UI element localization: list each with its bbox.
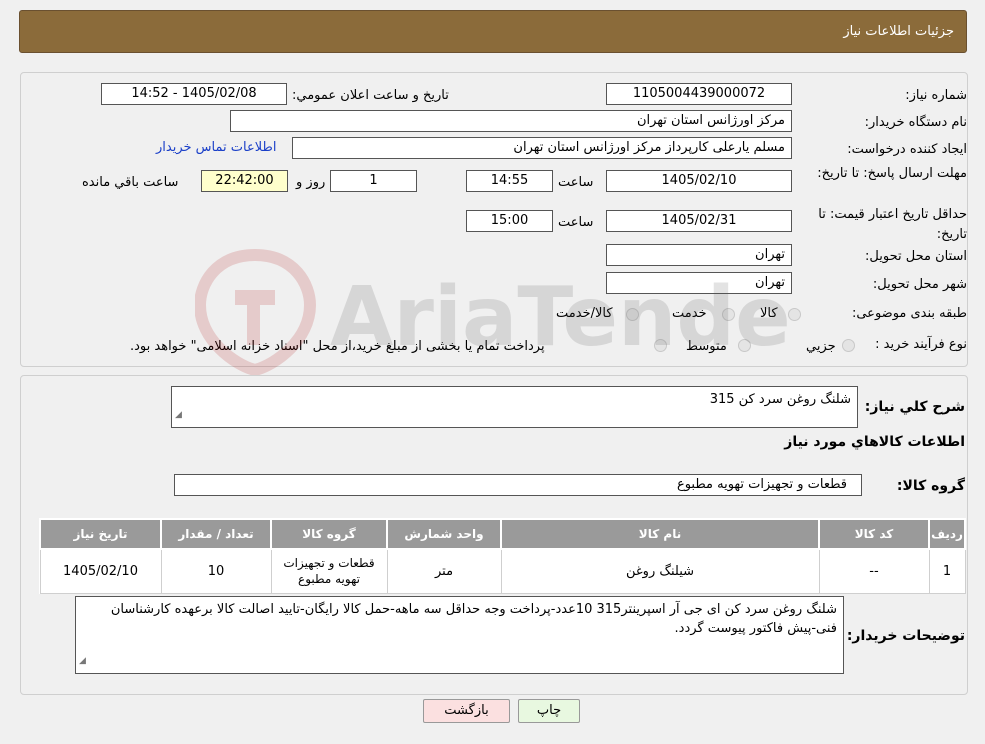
- col-header-quantity: تعداد / مقدار: [160, 518, 272, 550]
- cell-name: شيلنگ روغن: [500, 548, 820, 594]
- category-label: طبقه بندی موضوعی:: [851, 306, 967, 321]
- need-number-label: شماره نياز:: [905, 88, 967, 103]
- process-option-medium: متوسط: [686, 339, 727, 354]
- process-radio-medium[interactable]: [738, 339, 751, 352]
- validity-date-field: 1405/02/31: [606, 210, 792, 232]
- goods-title: اطلاعات کالاهاي مورد نياز: [784, 434, 965, 450]
- need-number-field: 1105004439000072: [606, 83, 792, 105]
- group-label: گروه کالا:: [896, 478, 965, 494]
- back-button[interactable]: بازگشت: [423, 699, 510, 723]
- col-header-code: کد کالا: [818, 518, 930, 550]
- group-field: قطعات و تجهيزات تهويه مطبوع: [174, 474, 862, 496]
- city-field: تهران: [606, 272, 792, 294]
- creator-field: مسلم يارعلی کارپرداز مرکز اورژانس استان …: [292, 137, 792, 159]
- category-radio-service[interactable]: [722, 308, 735, 321]
- cell-unit: متر: [386, 548, 502, 594]
- process-option-small: جزيي: [806, 339, 836, 354]
- col-header-name: نام کالا: [500, 518, 820, 550]
- category-option-goods-service: کالا/خدمت: [556, 306, 613, 321]
- notes-text: شلنگ روغن سرد کن ای جی آر اسپرينتر315 10…: [110, 602, 837, 636]
- deadline-label: مهلت ارسال پاسخ: تا تاريخ:: [817, 166, 967, 181]
- process-label: نوع فرآيند خريد :: [875, 337, 967, 352]
- col-header-unit: واحد شمارش: [386, 518, 502, 550]
- days-label: روز و: [296, 175, 326, 190]
- deadline-date-field: 1405/02/10: [606, 170, 792, 192]
- days-field: 1: [330, 170, 417, 192]
- goods-table: رديف کد کالا نام کالا واحد شمارش گروه کا…: [39, 518, 966, 594]
- category-radio-goods-service[interactable]: [626, 308, 639, 321]
- cell-date: 1405/02/10: [39, 548, 162, 594]
- col-header-date: تاريخ نياز: [39, 518, 162, 550]
- deadline-time-field: 14:55: [466, 170, 553, 192]
- validity-time-field: 15:00: [466, 210, 553, 232]
- table-row: 1 -- شيلنگ روغن متر قطعات و تجهيزات تهوي…: [39, 548, 966, 594]
- print-button[interactable]: چاپ: [518, 699, 580, 723]
- announce-field: 1405/02/08 - 14:52: [101, 83, 287, 105]
- col-header-row-number: رديف: [928, 518, 966, 550]
- resize-grip-icon[interactable]: ◢: [175, 406, 182, 425]
- page-header: جزئيات اطلاعات نياز: [19, 10, 967, 53]
- validity-label: حداقل تاريخ اعتبار قيمت: تا تاريخ:: [818, 207, 967, 242]
- buyer-org-field: مرکز اورژانس استان تهران: [230, 110, 792, 132]
- buyer-org-label: نام دستگاه خريدار:: [864, 115, 967, 130]
- cell-row-number: 1: [928, 548, 966, 594]
- creator-label: ايجاد کننده درخواست:: [847, 142, 967, 157]
- group-value: قطعات و تجهيزات تهويه مطبوع: [676, 477, 847, 492]
- process-radio-treasury[interactable]: [654, 339, 667, 352]
- summary-field: شلنگ روغن سرد کن 315 ◢: [171, 386, 858, 428]
- page-title: جزئيات اطلاعات نياز: [843, 24, 954, 39]
- announce-label: تاريخ و ساعت اعلان عمومي:: [292, 88, 449, 103]
- city-label: شهر محل تحويل:: [872, 277, 967, 292]
- province-field: تهران: [606, 244, 792, 266]
- deadline-time-label: ساعت: [558, 175, 594, 190]
- remaining-time-field: 22:42:00: [201, 170, 288, 192]
- summary-label: شرح کلي نياز:: [864, 399, 965, 415]
- resize-grip-icon[interactable]: ◢: [79, 652, 86, 671]
- buyer-contact-link[interactable]: اطلاعات تماس خريدار: [156, 140, 276, 155]
- process-note: پرداخت تمام يا بخشی از مبلغ خريد،از محل …: [130, 339, 545, 354]
- category-radio-goods[interactable]: [788, 308, 801, 321]
- province-label: استان محل تحويل:: [865, 249, 967, 264]
- category-option-service: خدمت: [672, 306, 707, 321]
- table-header-row: رديف کد کالا نام کالا واحد شمارش گروه کا…: [39, 518, 966, 550]
- col-header-group: گروه کالا: [270, 518, 388, 550]
- cell-quantity: 10: [160, 548, 272, 594]
- category-option-goods: کالا: [760, 306, 778, 321]
- notes-field: شلنگ روغن سرد کن ای جی آر اسپرينتر315 10…: [75, 596, 844, 674]
- cell-group: قطعات و تجهيزات تهويه مطبوع: [270, 548, 388, 594]
- process-radio-small[interactable]: [842, 339, 855, 352]
- remaining-label: ساعت باقي مانده: [82, 175, 179, 190]
- cell-code: --: [818, 548, 930, 594]
- summary-text: شلنگ روغن سرد کن 315: [709, 392, 851, 407]
- notes-label: توضيحات خريدار:: [846, 628, 965, 644]
- validity-time-label: ساعت: [558, 215, 594, 230]
